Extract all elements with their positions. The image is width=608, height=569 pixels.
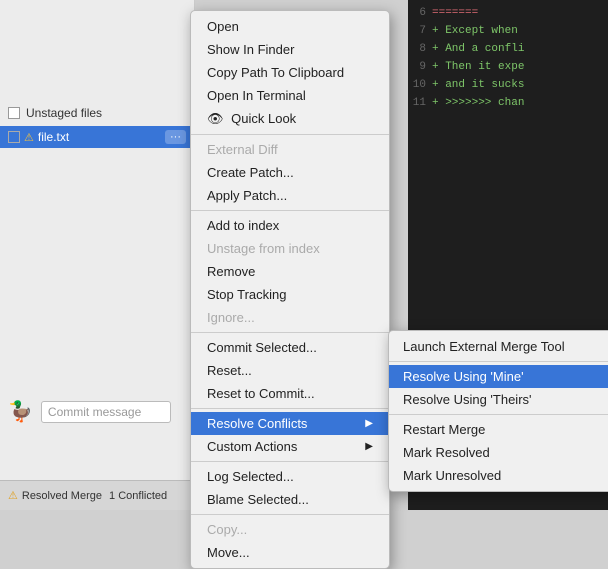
menu-item-quick-look[interactable]: 👁 Quick Look xyxy=(191,107,389,131)
submenu-item-mark-resolved[interactable]: Mark Resolved xyxy=(389,441,608,464)
ellipsis-button[interactable]: ··· xyxy=(165,130,186,144)
menu-item-ignore: Ignore... xyxy=(191,306,389,329)
menu-item-unstage: Unstage from index xyxy=(191,237,389,260)
menu-item-copy-path[interactable]: Copy Path To Clipboard xyxy=(191,61,389,84)
status-label: Resolved Merge xyxy=(22,490,102,502)
unstaged-label: Unstaged files xyxy=(26,106,102,120)
menu-item-add-index[interactable]: Add to index xyxy=(191,214,389,237)
menu-item-commit-selected[interactable]: Commit Selected... xyxy=(191,336,389,359)
code-line-6: 6 ======= xyxy=(408,4,608,22)
commit-duck-icon: 🦆 xyxy=(8,399,33,424)
unstaged-checkbox[interactable] xyxy=(8,107,20,119)
menu-item-reset-to-commit[interactable]: Reset to Commit... xyxy=(191,382,389,405)
file-name: file.txt xyxy=(38,130,165,144)
menu-item-log-selected[interactable]: Log Selected... xyxy=(191,465,389,488)
commit-placeholder: Commit message xyxy=(48,405,141,419)
separator-4 xyxy=(191,408,389,409)
separator-2 xyxy=(191,210,389,211)
submenu-item-restart-merge[interactable]: Restart Merge xyxy=(389,418,608,441)
submenu-sep-1 xyxy=(389,361,608,362)
menu-item-external-diff: External Diff xyxy=(191,138,389,161)
code-line-9: 9 + Then it expe xyxy=(408,58,608,76)
separator-5 xyxy=(191,461,389,462)
submenu-item-mark-unresolved[interactable]: Mark Unresolved xyxy=(389,464,608,487)
commit-input[interactable]: Commit message xyxy=(41,401,171,423)
separator-6 xyxy=(191,514,389,515)
menu-item-reset[interactable]: Reset... xyxy=(191,359,389,382)
submenu-item-resolve-theirs[interactable]: Resolve Using 'Theirs' xyxy=(389,388,608,411)
submenu-sep-2 xyxy=(389,414,608,415)
context-menu: Open Show In Finder Copy Path To Clipboa… xyxy=(190,10,390,569)
separator-1 xyxy=(191,134,389,135)
menu-item-create-patch[interactable]: Create Patch... xyxy=(191,161,389,184)
eye-icon: 👁 xyxy=(207,111,224,126)
resolve-conflicts-submenu: Launch External Merge Tool Resolve Using… xyxy=(388,330,608,492)
code-line-11: 11 + >>>>>>> chan xyxy=(408,94,608,112)
menu-item-remove[interactable]: Remove xyxy=(191,260,389,283)
conflict-count: 1 Conflicted xyxy=(109,490,167,502)
menu-item-blame-selected[interactable]: Blame Selected... xyxy=(191,488,389,511)
submenu-chevron-custom: ▶ xyxy=(365,441,373,452)
submenu-chevron-resolve: ▶ xyxy=(365,418,373,429)
separator-3 xyxy=(191,332,389,333)
file-checkbox[interactable] xyxy=(8,131,20,143)
menu-item-custom-actions[interactable]: Custom Actions ▶ xyxy=(191,435,389,458)
menu-item-open-terminal[interactable]: Open In Terminal xyxy=(191,84,389,107)
status-bar: ⚠ Resolved Merge 1 Conflicted xyxy=(0,480,195,510)
warning-icon: ⚠ xyxy=(24,131,34,144)
code-line-8: 8 + And a confli xyxy=(408,40,608,58)
code-lines: 6 ======= 7 + Except when 8 + And a conf… xyxy=(408,0,608,112)
left-sidebar: Unstaged files ⚠ file.txt ··· 🦆 Commit m… xyxy=(0,0,195,510)
menu-item-open[interactable]: Open xyxy=(191,15,389,38)
code-line-7: 7 + Except when xyxy=(408,22,608,40)
menu-item-resolve-conflicts[interactable]: Resolve Conflicts ▶ xyxy=(191,412,389,435)
submenu-item-resolve-mine[interactable]: Resolve Using 'Mine' xyxy=(389,365,608,388)
unstaged-header: Unstaged files xyxy=(0,100,194,126)
commit-area: 🦆 Commit message xyxy=(0,393,195,430)
warning-status-icon: ⚠ xyxy=(8,489,18,502)
menu-item-show-finder[interactable]: Show In Finder xyxy=(191,38,389,61)
menu-item-copy: Copy... xyxy=(191,518,389,541)
menu-item-apply-patch[interactable]: Apply Patch... xyxy=(191,184,389,207)
submenu-item-launch-merge-tool[interactable]: Launch External Merge Tool xyxy=(389,335,608,358)
menu-item-move[interactable]: Move... xyxy=(191,541,389,564)
code-line-10: 10 + and it sucks xyxy=(408,76,608,94)
file-row[interactable]: ⚠ file.txt ··· xyxy=(0,126,194,148)
menu-item-stop-tracking[interactable]: Stop Tracking xyxy=(191,283,389,306)
